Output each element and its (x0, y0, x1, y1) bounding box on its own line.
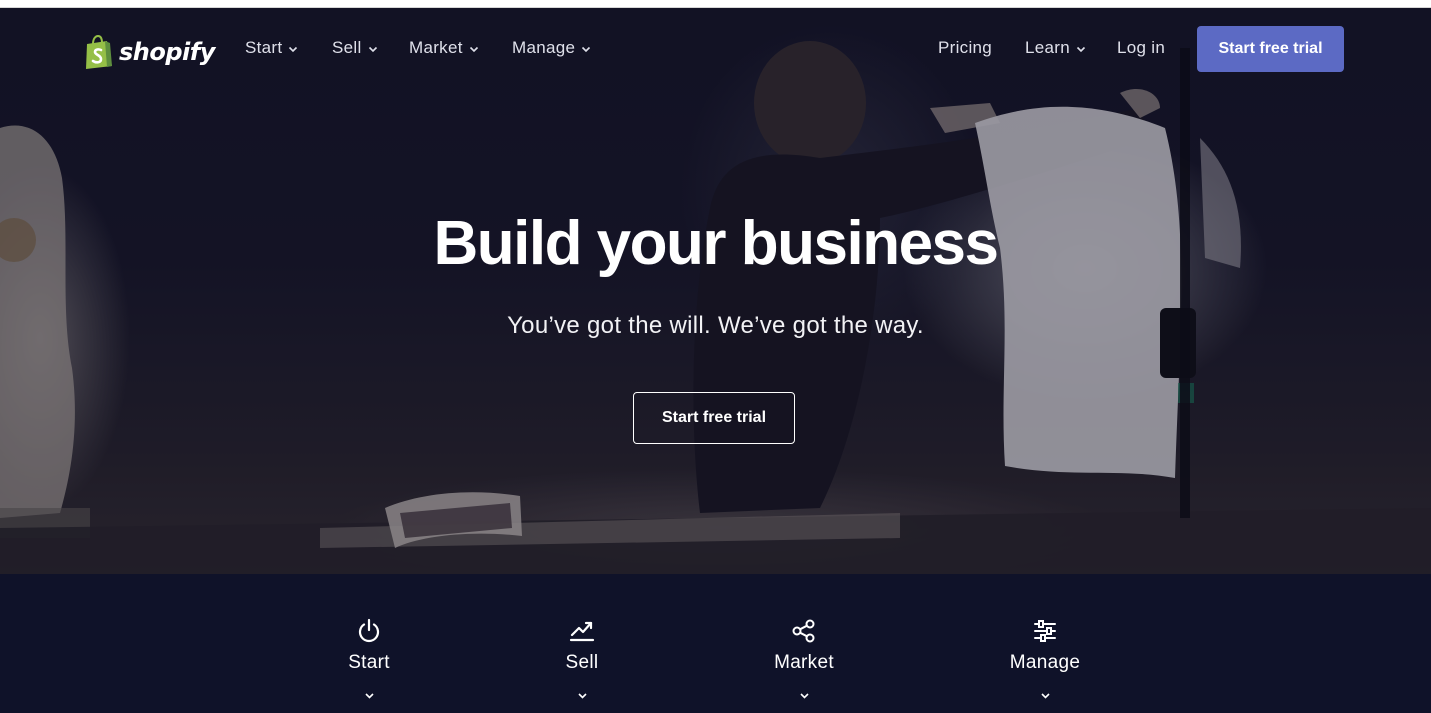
shopify-logo[interactable]: shopify (83, 30, 215, 74)
feature-start-label: Start (348, 652, 390, 673)
feature-sell-label: Sell (565, 652, 599, 673)
chevron-down-icon (577, 693, 587, 699)
nav-item-learn-label: Learn (1025, 38, 1070, 57)
nav-item-manage-label: Manage (512, 38, 576, 57)
feature-start[interactable]: Start (309, 618, 429, 701)
feature-sell[interactable]: Sell (522, 618, 642, 701)
chevron-down-icon (582, 46, 591, 52)
hero-subtitle: You’ve got the will. We’ve got the way. (507, 312, 924, 339)
chevron-down-icon (1076, 46, 1086, 52)
nav-item-pricing[interactable]: Pricing (938, 36, 992, 60)
shopify-wordmark: shopify (119, 38, 215, 66)
nav-item-sell-label: Sell (332, 38, 362, 57)
top-navigation: shopify Start Sell Market Manage Pricing… (0, 8, 1431, 88)
nav-item-start[interactable]: Start (245, 36, 298, 60)
chevron-down-icon (368, 46, 377, 52)
hero-section (0, 8, 1431, 574)
chevron-down-icon (364, 693, 374, 699)
start-free-trial-button-nav[interactable]: Start free trial (1197, 26, 1344, 72)
nav-item-market-label: Market (409, 38, 463, 57)
nav-item-learn[interactable]: Learn (1025, 36, 1086, 60)
chevron-down-icon (1040, 693, 1050, 699)
chevron-down-icon (469, 46, 478, 52)
feature-manage[interactable]: Manage (985, 618, 1105, 701)
share-icon (792, 619, 815, 643)
trending-up-chart-icon (569, 621, 595, 642)
nav-item-manage[interactable]: Manage (512, 36, 591, 60)
shopify-bag-icon (86, 35, 112, 69)
power-icon (358, 618, 380, 643)
feature-market-label: Market (774, 652, 834, 673)
nav-item-market[interactable]: Market (409, 36, 479, 60)
feature-market[interactable]: Market (744, 618, 864, 701)
feature-manage-label: Manage (1009, 652, 1081, 673)
sliders-icon (1034, 620, 1056, 642)
nav-item-sell[interactable]: Sell (332, 36, 378, 60)
nav-item-start-label: Start (245, 38, 283, 57)
hero-overlay (0, 8, 1431, 574)
hero-title: Build your business (433, 209, 999, 278)
chevron-down-icon (799, 693, 809, 699)
chevron-down-icon (289, 46, 298, 52)
start-free-trial-button-hero[interactable]: Start free trial (633, 392, 795, 444)
feature-strip: Start Sell Market Manage (0, 574, 1431, 713)
nav-item-login[interactable]: Log in (1117, 36, 1165, 60)
browser-top-strip (0, 0, 1431, 8)
